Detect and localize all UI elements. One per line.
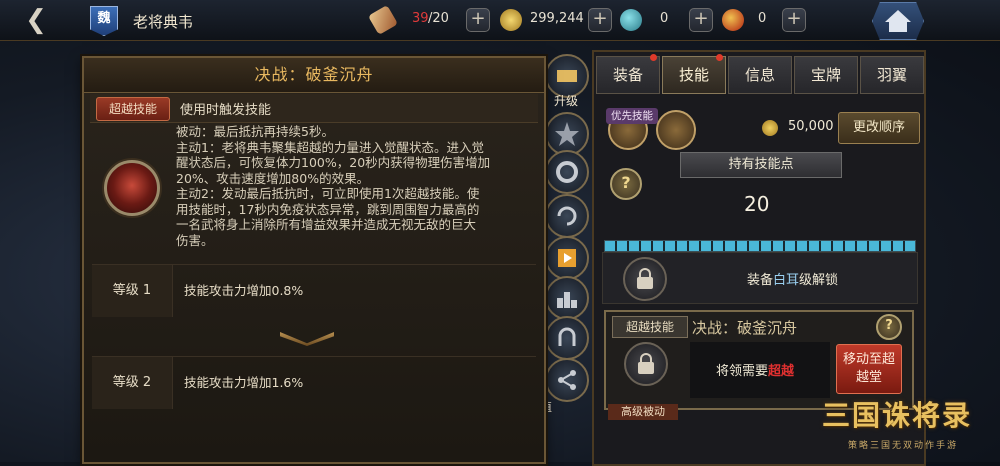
horseshoe-icon [558, 327, 576, 346]
jade-value: 0 [660, 11, 669, 26]
advanced-passive-label: 高级被动 [608, 404, 678, 420]
level-effect: 技能攻击力增加0.8% [184, 283, 304, 298]
home-button[interactable] [872, 2, 924, 40]
tab-wings[interactable]: 羽翼 [860, 56, 924, 94]
star-icon [555, 122, 579, 146]
horseshoe-button[interactable] [545, 316, 589, 360]
change-order-button[interactable]: 更改顺序 [838, 112, 920, 144]
desc-line: 醒状态后，可恢复体力100%，20秒内获得物理伤害增加 [176, 155, 491, 170]
coin-icon [762, 120, 778, 136]
desc-line: 主动2：发动最后抵抗时，可立即使用1次超越技能。使 [176, 186, 480, 201]
ultimate-requirement: 将领需要超越 [716, 364, 795, 379]
lock-icon [624, 342, 668, 386]
play-icon [558, 249, 576, 267]
desc-line: 用技能时，17秒内免疫状态异常，跳到周围智力最高的 [176, 201, 480, 217]
stamina-current: 39 [412, 11, 429, 26]
logo-title: 三国诛将录 [822, 399, 973, 432]
popup-title: 决战：破釜沉舟 [84, 58, 544, 93]
hero-name: 老将典韦 [133, 13, 194, 31]
desc-line: 主动1：老将典韦聚集超越的力量进入觉醒状态。进入觉 [176, 139, 484, 155]
help-icon[interactable]: ? [876, 314, 902, 340]
notification-dot [716, 54, 723, 61]
priority-tag: 优先技能 [606, 108, 658, 124]
skill-points-bar-fill [605, 241, 915, 251]
skill-points-value: 20 [744, 192, 770, 216]
add-gold-button[interactable]: + [588, 8, 612, 32]
tab-equipment[interactable]: 装备 [596, 56, 660, 94]
gear-button[interactable] [545, 150, 589, 194]
game-logo: 三国诛将录 策略三国无双动作手游 [818, 394, 998, 460]
add-stamina-button[interactable]: + [466, 8, 490, 32]
skill-points-label: 持有技能点 [680, 152, 842, 178]
play-button[interactable] [545, 236, 589, 280]
gold-resource: 299,244 [500, 8, 590, 32]
stamina-max: /20 [428, 11, 449, 26]
tab-info[interactable]: 信息 [728, 56, 792, 94]
add-orb-button[interactable]: + [782, 8, 806, 32]
orb-value: 0 [758, 11, 767, 26]
ultimate-name: 决战：破釜沉舟 [692, 319, 798, 337]
rank-button[interactable] [545, 276, 589, 320]
cycle-button[interactable] [545, 194, 589, 238]
skill-detail-popup: 决战：破釜沉舟 超越技能 使用时触发技能 被动：最后抵抗再持续5秒。 主动1：老… [82, 56, 546, 464]
level-row: 等级 1 技能攻击力增加0.8% [92, 264, 536, 317]
jade-resource: 0 [620, 8, 700, 32]
unlock-requirement: 装备白耳级解锁 [747, 273, 839, 288]
gold-value: 299,244 [530, 11, 584, 26]
skill-points-bar [604, 240, 916, 252]
level-row: 等级 2 技能攻击力增加1.6% [92, 356, 536, 409]
back-button[interactable]: ❮ [22, 6, 50, 34]
change-order-cost: 50,000 [788, 119, 834, 134]
lock-icon [623, 257, 667, 301]
top-bar: ❮ 魏 老将典韦 39 /20 + 299,244 + 0 + 0 + [0, 0, 1000, 41]
cycle-icon [557, 206, 577, 226]
level-label: 等级 2 [92, 357, 173, 409]
tab-treasure[interactable]: 宝牌 [794, 56, 858, 94]
share-button[interactable] [545, 358, 589, 402]
gear-icon [556, 161, 578, 183]
logo-subtitle: 策略三国无双动作手游 [848, 441, 959, 451]
locked-skill-row: 装备白耳级解锁 [602, 252, 918, 304]
orb-resource: 0 [722, 8, 782, 32]
podium-icon [557, 292, 577, 308]
notification-dot [650, 54, 657, 61]
level-label: 等级 1 [92, 265, 173, 317]
help-icon[interactable]: ? [610, 168, 642, 200]
desc-line: 一名武将身上消除所有增益效果并造成无视无敌的巨大 [176, 217, 477, 232]
tab-skills[interactable]: 技能 [662, 56, 726, 94]
skill-type-row: 超越技能 使用时触发技能 [90, 94, 538, 123]
chevron-down-icon[interactable] [280, 332, 334, 346]
skill-description: 被动：最后抵抗再持续5秒。 主动1：老将典韦聚集超越的力量进入觉醒状态。进入觉 … [176, 124, 526, 248]
priority-skills: 优先技能 50,000 更改顺序 [602, 106, 920, 152]
home-icon [885, 10, 911, 32]
tab-bar: 装备 技能 信息 宝牌 羽翼 [594, 52, 924, 96]
orb-icon [722, 9, 744, 31]
scroll-icon [557, 70, 577, 82]
skill-icon [104, 160, 160, 216]
kingdom-badge: 魏 [90, 6, 118, 36]
skill-type-tag: 超越技能 [96, 97, 170, 121]
coin-icon [500, 9, 522, 31]
desc-line: 20%、攻击速度增加80%的效果。 [176, 170, 370, 186]
desc-line: 伤害。 [176, 232, 214, 248]
share-icon [558, 370, 576, 390]
upgrade-label: 升级 [554, 94, 579, 108]
ultimate-tag: 超越技能 [612, 316, 688, 338]
move-to-ascension-hall-button[interactable]: 移动至超 越堂 [836, 344, 902, 394]
scroll-icon [367, 4, 399, 36]
add-jade-button[interactable]: + [689, 8, 713, 32]
level-effect: 技能攻击力增加1.6% [184, 375, 304, 390]
desc-line: 被动：最后抵抗再持续5秒。 [176, 124, 334, 139]
jade-icon [620, 9, 642, 31]
skill-type-desc: 使用时触发技能 [180, 103, 272, 118]
priority-skill-slot[interactable] [656, 110, 696, 150]
